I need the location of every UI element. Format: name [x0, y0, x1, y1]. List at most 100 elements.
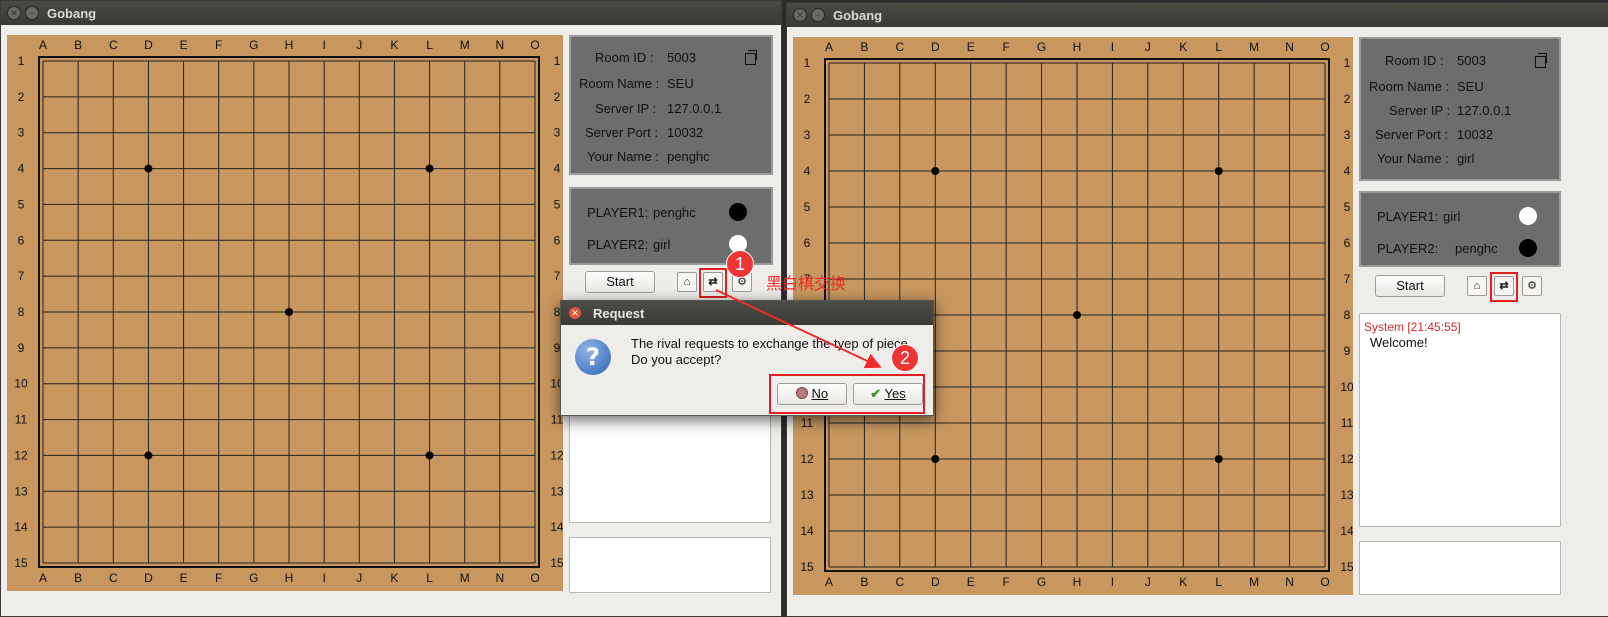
column-label: M — [460, 571, 470, 585]
row-label: 5 — [804, 200, 811, 214]
step-badge-2: 2 — [891, 344, 919, 372]
row-label: 13 — [1340, 488, 1353, 502]
row-label: 1 — [804, 56, 811, 70]
player2-name: penghc — [1455, 241, 1498, 256]
column-label: H — [1073, 575, 1082, 589]
left-chat-input[interactable] — [569, 537, 771, 593]
star-point — [425, 164, 434, 173]
left-titlebar: ✕ – Gobang — [1, 1, 781, 25]
minimize-icon[interactable]: – — [811, 8, 825, 22]
column-label: F — [215, 38, 222, 52]
player2-name: girl — [653, 237, 671, 252]
column-label: C — [109, 38, 118, 52]
column-label: F — [215, 571, 222, 585]
column-label: A — [39, 571, 47, 585]
dialog-message-line1: The rival requests to exchange the tyep … — [631, 336, 912, 351]
your-name-label: Your Name : — [587, 149, 659, 164]
left-room-info: Room ID : 5003 Room Name : SEU Server IP… — [569, 35, 773, 175]
column-label: C — [896, 575, 905, 589]
start-button[interactable]: Start — [1375, 275, 1445, 297]
column-label: G — [1037, 575, 1046, 589]
room-id-value: 5003 — [1457, 53, 1486, 68]
room-name-value: SEU — [1457, 79, 1484, 94]
column-label: J — [356, 38, 362, 52]
copy-icon[interactable] — [745, 50, 757, 65]
screenshot-icon[interactable]: ⌂ — [1467, 276, 1487, 296]
column-label: E — [967, 575, 975, 589]
player1-stone — [729, 203, 747, 221]
row-label: 12 — [550, 448, 563, 462]
row-label: 10 — [1340, 380, 1353, 394]
column-label: N — [496, 38, 505, 52]
column-label: D — [931, 575, 940, 589]
star-point — [144, 451, 153, 460]
window-title: Gobang — [833, 8, 883, 23]
row-label: 8 — [1344, 308, 1351, 322]
minimize-icon[interactable]: – — [25, 6, 39, 20]
board-grid[interactable]: AA11BB22CC33DD44EE55FF66GG77HH88II99JJ10… — [7, 35, 563, 591]
column-label: A — [825, 40, 833, 54]
column-label: J — [356, 571, 362, 585]
row-label: 12 — [800, 452, 814, 466]
screenshot-icon[interactable]: ⌂ — [677, 272, 697, 292]
server-port-value: 10032 — [667, 125, 704, 140]
column-label: K — [390, 38, 398, 52]
row-label: 1 — [1344, 56, 1351, 70]
close-icon[interactable]: ✕ — [569, 307, 581, 319]
gear-icon[interactable]: ⚙ — [1522, 276, 1542, 296]
column-label: M — [1249, 40, 1259, 54]
column-label: O — [530, 38, 539, 52]
column-label: O — [530, 571, 539, 585]
column-label: N — [496, 571, 505, 585]
your-name-label: Your Name : — [1377, 151, 1449, 166]
column-label: F — [1002, 40, 1009, 54]
row-label: 10 — [14, 377, 28, 391]
window-title: Gobang — [47, 6, 97, 21]
column-label: I — [1111, 40, 1114, 54]
row-label: 11 — [15, 413, 28, 427]
row-label: 4 — [554, 162, 561, 176]
column-label: B — [74, 38, 82, 52]
buttons-highlight — [769, 374, 925, 414]
close-icon[interactable]: ✕ — [793, 8, 807, 22]
row-label: 11 — [1341, 416, 1353, 430]
column-label: K — [390, 571, 398, 585]
your-name-value: girl — [1457, 151, 1475, 166]
row-label: 3 — [804, 128, 811, 142]
row-label: 11 — [801, 416, 814, 430]
swap-highlight — [1490, 272, 1518, 302]
row-label: 7 — [1344, 272, 1351, 286]
column-label: A — [825, 575, 833, 589]
column-label: M — [460, 38, 470, 52]
column-label: A — [39, 38, 47, 52]
column-label: L — [426, 571, 433, 585]
column-label: I — [322, 38, 325, 52]
row-label: 4 — [1344, 164, 1351, 178]
row-label: 2 — [804, 92, 811, 106]
dialog-titlebar: ✕ Request — [561, 301, 933, 325]
column-label: L — [426, 38, 433, 52]
column-label: H — [285, 571, 294, 585]
star-point — [285, 308, 293, 316]
column-label: B — [74, 571, 82, 585]
row-label: 5 — [1344, 200, 1351, 214]
copy-icon[interactable] — [1535, 53, 1547, 68]
left-board[interactable]: A A 1 1 B B 2 2 C C 3 3 D D 4 4 E E 5 5 F F 6 6 G G 7 7 H H 8 8 I I 9 9 J J 10… — [7, 35, 563, 591]
right-chat-input[interactable] — [1359, 541, 1561, 595]
row-label: 13 — [800, 488, 814, 502]
row-label: 1 — [18, 54, 25, 68]
start-button[interactable]: Start — [585, 271, 655, 293]
row-label: 15 — [14, 556, 28, 570]
right-titlebar: ✕ – Gobang — [787, 3, 1608, 27]
row-label: 14 — [1340, 524, 1353, 538]
close-icon[interactable]: ✕ — [7, 6, 21, 20]
column-label: M — [1249, 575, 1259, 589]
row-label: 15 — [550, 556, 563, 570]
column-label: O — [1320, 40, 1329, 54]
server-port-label: Server Port : — [1375, 127, 1448, 142]
chat-message: Welcome! — [1370, 335, 1428, 350]
column-label: K — [1179, 575, 1187, 589]
player2-stone — [1519, 239, 1537, 257]
column-label: I — [322, 571, 325, 585]
column-label: C — [109, 571, 118, 585]
